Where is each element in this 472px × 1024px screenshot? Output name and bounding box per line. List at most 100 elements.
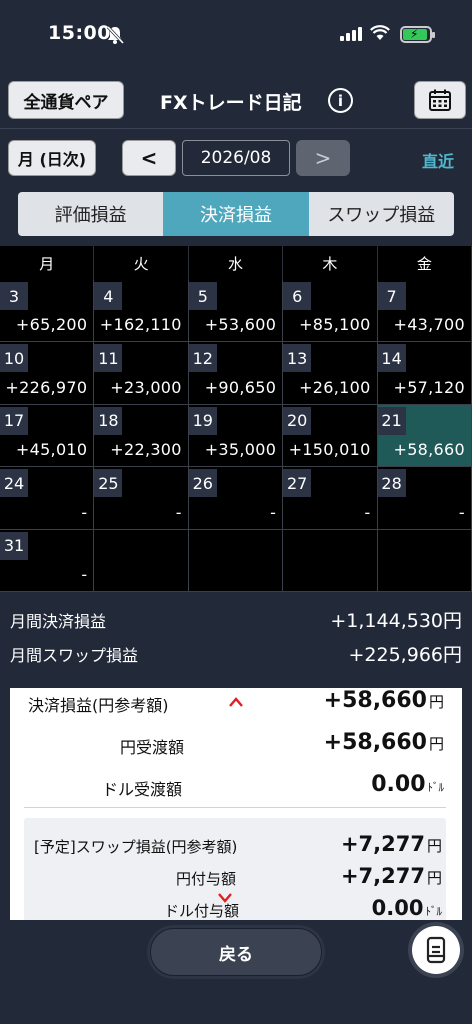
header-divider (0, 128, 472, 129)
calendar-day-cell[interactable]: 7 +43,700 (377, 280, 472, 343)
tab-unrealized-pnl[interactable]: 評価損益 (18, 192, 164, 236)
chevron-right-icon: > (314, 146, 332, 170)
currency-pair-button[interactable]: 全通貨ペア (8, 81, 124, 119)
swap-detail-box: [予定]スワップ損益(円参考額) +7,277 円 円付与額 +7,277 円 ドル… (24, 818, 446, 920)
day-number: 12 (188, 344, 217, 373)
calendar-day-cell[interactable]: 6 +85,100 (283, 280, 378, 343)
day-pnl-value: +85,100 (299, 315, 371, 335)
yen-grant-label: 円付与額 (176, 870, 237, 888)
day-number: 27 (283, 469, 312, 498)
day-number: 17 (0, 406, 28, 435)
day-number: 18 (94, 406, 123, 435)
pnl-type-tabs: 評価損益 決済損益 スワップ損益 (18, 192, 454, 236)
status-time: 15:00 (48, 22, 111, 44)
weekday-label: 火 (94, 246, 189, 280)
scheduled-swap-value: +7,277 円 (340, 832, 442, 856)
calendar-day-cell[interactable]: 12 +90,650 (188, 342, 284, 405)
day-detail-panel: 決済損益(円参考額) +58,660 円 円受渡額 +58,660 円 ドル受渡額 … (10, 688, 462, 920)
day-number: 25 (94, 469, 123, 498)
weekday-header: 月 火 水 木 金 (0, 246, 472, 280)
next-month-button[interactable]: > (296, 140, 350, 176)
day-number: 20 (283, 406, 312, 435)
app-screen: 15:00 ⚡ 全通貨ペア FXトレード日記 i 月 (日次) < 2026/0… (0, 0, 472, 1024)
calendar-day-cell[interactable]: 20 +150,010 (283, 404, 378, 468)
day-number: 14 (377, 344, 406, 373)
calendar-day-cell (94, 529, 189, 592)
calendar-day-cell[interactable]: 10 +226,970 (0, 342, 95, 405)
back-button[interactable]: 戻る (150, 928, 322, 976)
calendar-day-cell[interactable]: 13 +26,100 (283, 342, 378, 405)
battery-icon: ⚡ (400, 26, 435, 43)
settled-pnl-value: +58,660 円 (323, 688, 444, 713)
monthly-swap-value: +225,966円 (348, 644, 463, 666)
month-selector[interactable]: 2026/08 (182, 140, 290, 176)
day-pnl-value: +35,000 (204, 440, 277, 460)
day-number: 28 (377, 469, 406, 498)
info-icon[interactable]: i (328, 88, 353, 113)
day-number: 13 (283, 344, 312, 373)
day-number: 10 (0, 344, 28, 373)
page-title: FXトレード日記 (160, 92, 302, 114)
settled-pnl-label: 決済損益(円参考額) (28, 696, 169, 715)
weekday-label: 金 (378, 246, 472, 280)
calendar-day-cell[interactable]: 31 - (0, 529, 95, 592)
tab-swap-pnl[interactable]: スワップ損益 (308, 192, 454, 236)
yen-delivery-value: +58,660 円 (323, 730, 444, 755)
calendar-day-cell[interactable]: 3 +65,200 (0, 280, 95, 343)
day-pnl-value: - (458, 502, 465, 522)
usd-grant-value: 0.00 ﾄﾞﾙ (371, 896, 442, 920)
day-pnl-value: - (175, 502, 182, 522)
usd-delivery-value: 0.00 ﾄﾞﾙ (371, 772, 444, 797)
day-number: 19 (188, 406, 217, 435)
calendar-day-cell[interactable]: 26 - (188, 467, 284, 530)
calendar-day-cell[interactable]: 21 +58,660 (377, 404, 472, 468)
day-pnl-value: +150,010 (288, 440, 371, 460)
day-number: 5 (188, 282, 217, 310)
calendar-day-cell[interactable]: 11 +23,000 (94, 342, 189, 405)
day-number: 11 (94, 344, 123, 373)
monthly-settled-label: 月間決済損益 (10, 612, 107, 631)
calendar-button[interactable] (414, 81, 466, 119)
yen-grant-value: +7,277 円 (340, 864, 442, 888)
calendar-day-cell[interactable]: 18 +22,300 (94, 404, 189, 468)
day-pnl-value: +53,600 (204, 315, 277, 335)
usd-delivery-label: ドル受渡額 (102, 780, 183, 799)
monthly-swap-label: 月間スワップ損益 (10, 646, 139, 665)
day-number: 4 (94, 282, 123, 310)
day-pnl-value: +226,970 (5, 377, 88, 397)
calendar-day-cell (377, 529, 472, 592)
day-pnl-value: - (81, 564, 88, 584)
calendar-day-cell[interactable]: 24 - (0, 467, 95, 530)
day-pnl-value: +58,660 (393, 440, 465, 460)
chevron-left-icon: < (140, 146, 158, 170)
tab-settled-pnl[interactable]: 決済損益 (163, 192, 309, 236)
monthly-settled-value: +1,144,530円 (330, 610, 462, 632)
period-mode-button[interactable]: 月 (日次) (8, 140, 96, 176)
day-pnl-value: - (270, 502, 277, 522)
calendar-day-cell[interactable]: 19 +35,000 (188, 404, 284, 468)
day-pnl-value: +45,010 (15, 440, 88, 460)
calendar-day-cell[interactable]: 25 - (94, 467, 189, 530)
weekday-label: 月 (0, 246, 95, 280)
recent-link[interactable]: 直近 (422, 148, 454, 172)
calendar-day-cell[interactable]: 4 +162,110 (94, 280, 189, 343)
signal-icon (340, 27, 362, 41)
yen-delivery-label: 円受渡額 (120, 738, 185, 757)
status-bar: 15:00 ⚡ (0, 0, 472, 70)
prev-month-button[interactable]: < (122, 140, 176, 176)
day-pnl-value: +162,110 (99, 315, 182, 335)
usd-grant-label: ドル付与額 (164, 902, 240, 920)
menu-fab-button[interactable] (412, 926, 460, 974)
calendar-day-cell[interactable]: 14 +57,120 (377, 342, 472, 405)
day-pnl-value: +43,700 (393, 315, 465, 335)
day-number: 26 (188, 469, 217, 498)
panel-divider (24, 807, 446, 808)
calendar-day-cell[interactable]: 5 +53,600 (188, 280, 284, 343)
calendar-day-cell[interactable]: 27 - (283, 467, 378, 530)
day-number: 21 (377, 406, 406, 435)
chevron-up-icon[interactable] (228, 696, 244, 708)
day-pnl-value: +23,000 (110, 377, 182, 397)
calendar-day-cell[interactable]: 17 +45,010 (0, 404, 95, 468)
calendar-day-cell[interactable]: 28 - (377, 467, 472, 530)
day-pnl-value: - (364, 502, 371, 522)
